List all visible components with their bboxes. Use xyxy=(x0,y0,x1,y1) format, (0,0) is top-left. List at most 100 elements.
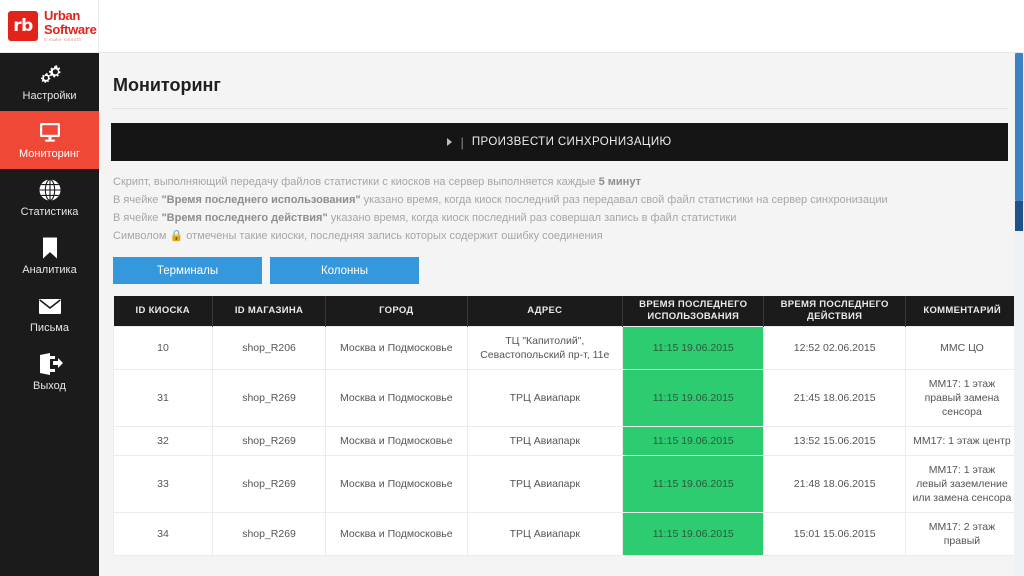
bookmark-icon xyxy=(39,236,61,260)
note-1-bold: 5 минут xyxy=(598,176,641,188)
note-1-text: Скрипт, выполняющий передачу файлов стат… xyxy=(113,176,599,188)
logo-line-2: Software xyxy=(44,22,97,38)
table-body: 10 shop_R206 Москва и Подмосковье ТЦ "Капит… xyxy=(113,326,1020,556)
monitoring-table-wrap: ID КИОСКА ID МАГАЗИНА ГОРОД АДРЕС ВРЕМЯ … xyxy=(111,284,1020,556)
cell-last-use: 11:15 19.06.2015 xyxy=(622,512,765,556)
cell-address: ТЦ "Капитолий", Севастопольский пр-т, 11… xyxy=(466,326,624,370)
note-line-3: В ячейке "Время последнего действия" ука… xyxy=(113,209,1006,227)
globe-icon xyxy=(38,178,62,202)
cell-comment: ММС ЦО xyxy=(904,326,1020,370)
filter-button-row: Терминалы Колонны xyxy=(111,245,1008,284)
col-header-comment[interactable]: КОММЕНТАРИЙ xyxy=(905,296,1019,327)
body-row: Настройки Мониторинг Статистика Аналитик… xyxy=(0,53,1024,576)
terminals-button[interactable]: Терминалы xyxy=(113,257,262,284)
cell-kiosk-id: 34 xyxy=(113,512,213,556)
cell-kiosk-id: 10 xyxy=(113,326,213,370)
cell-last-use: 11:15 19.06.2015 xyxy=(622,369,765,427)
logo-mark-icon: rb xyxy=(8,11,38,41)
note-line-4: Символом 🔒 отмечены такие киоски, послед… xyxy=(113,227,1006,245)
cell-address: ТРЦ Авиапарк xyxy=(466,512,624,556)
page-title: Мониторинг xyxy=(113,75,221,95)
table-head: ID КИОСКА ID МАГАЗИНА ГОРОД АДРЕС ВРЕМЯ … xyxy=(113,296,1019,327)
note-4-prefix: Символом xyxy=(113,230,170,242)
sidebar-label-analytics: Аналитика xyxy=(22,264,77,276)
sidebar: Настройки Мониторинг Статистика Аналитик… xyxy=(0,53,99,576)
col-header-address[interactable]: АДРЕС xyxy=(467,296,624,327)
sidebar-item-monitoring[interactable]: Мониторинг xyxy=(0,111,99,169)
sidebar-label-logout: Выход xyxy=(33,380,66,392)
play-triangle-icon xyxy=(447,138,453,146)
note-2-bold: "Время последнего использования" xyxy=(161,194,361,206)
monitor-icon xyxy=(37,120,63,144)
main-content: Мониторинг | ПРОИЗВЕСТИ СИНХРОНИЗАЦИЮ Ск… xyxy=(99,53,1024,576)
sidebar-item-letters[interactable]: Письма xyxy=(0,285,99,343)
app-root: rb Urban Software it make smooth Настрой… xyxy=(0,0,1024,576)
logo-line-1: Urban xyxy=(44,8,81,24)
sidebar-label-monitoring: Мониторинг xyxy=(18,148,80,160)
sidebar-label-statistics: Статистика xyxy=(20,206,79,218)
col-header-city[interactable]: ГОРОД xyxy=(325,296,468,327)
cell-city: Москва и Подмосковье xyxy=(325,426,468,456)
note-3-bold: "Время последнего действия" xyxy=(161,212,328,224)
lock-icon: 🔒 xyxy=(169,230,184,242)
sync-button[interactable]: | ПРОИЗВЕСТИ СИНХРОНИЗАЦИЮ xyxy=(111,123,1008,161)
cell-last-use: 11:15 19.06.2015 xyxy=(622,455,765,513)
cell-city: Москва и Подмосковье xyxy=(325,326,468,370)
sidebar-label-letters: Письма xyxy=(30,322,69,334)
cell-last-action: 12:52 02.06.2015 xyxy=(763,326,906,370)
cell-last-action: 21:48 18.06.2015 xyxy=(763,455,906,513)
table-row[interactable]: 10 shop_R206 Москва и Подмосковье ТЦ "Капит… xyxy=(113,326,1020,370)
vertical-scrollbar[interactable] xyxy=(1014,53,1024,576)
sync-separator: | xyxy=(460,134,464,150)
cell-shop-id: shop_R206 xyxy=(211,326,327,370)
cell-address: ТРЦ Авиапарк xyxy=(466,455,624,513)
sidebar-item-settings[interactable]: Настройки xyxy=(0,53,99,111)
title-divider xyxy=(111,108,1008,109)
note-line-1: Скрипт, выполняющий передачу файлов стат… xyxy=(113,173,1006,191)
scrollbar-thumb-dark[interactable] xyxy=(1015,201,1023,231)
cell-shop-id: shop_R269 xyxy=(211,455,327,513)
cell-city: Москва и Подмосковье xyxy=(325,512,468,556)
table-row[interactable]: 34 shop_R269 Москва и Подмосковье ТРЦ Авиап… xyxy=(113,512,1020,556)
col-header-shop-id[interactable]: ID МАГАЗИНА xyxy=(212,296,327,327)
exit-icon xyxy=(37,352,63,376)
cell-comment: ММ17: 1 этаж правый замена сенсора xyxy=(904,369,1020,427)
cell-last-use: 11:15 19.06.2015 xyxy=(622,326,765,370)
scrollbar-thumb[interactable] xyxy=(1015,53,1023,201)
cell-last-action: 15:01 15.06.2015 xyxy=(763,512,906,556)
cell-address: ТРЦ Авиапарк xyxy=(466,369,624,427)
note-line-2: В ячейке "Время последнего использования… xyxy=(113,191,1006,209)
columns-button[interactable]: Колонны xyxy=(270,257,419,284)
table-row[interactable]: 32 shop_R269 Москва и Подмосковье ТРЦ Авиап… xyxy=(113,426,1020,456)
sync-button-inner: | ПРОИЗВЕСТИ СИНХРОНИЗАЦИЮ xyxy=(447,135,671,150)
sidebar-item-analytics[interactable]: Аналитика xyxy=(0,227,99,285)
cell-comment: ММ17: 1 этаж левый заземление или замена… xyxy=(904,455,1020,513)
col-header-kiosk-id[interactable]: ID КИОСКА xyxy=(113,296,213,327)
brand-logo: rb Urban Software it make smooth xyxy=(8,9,97,43)
cell-last-action: 21:45 18.06.2015 xyxy=(763,369,906,427)
note-4-suffix: отмечены такие киоски, последняя запись … xyxy=(183,230,603,242)
table-header-row: ID КИОСКА ID МАГАЗИНА ГОРОД АДРЕС ВРЕМЯ … xyxy=(113,296,1019,327)
cell-comment: ММ17: 2 этаж правый xyxy=(904,512,1020,556)
envelope-icon xyxy=(37,294,63,318)
cell-shop-id: shop_R269 xyxy=(211,426,327,456)
gears-icon xyxy=(37,62,63,86)
cell-kiosk-id: 31 xyxy=(113,369,213,427)
col-header-last-use[interactable]: ВРЕМЯ ПОСЛЕДНЕГО ИСПОЛЬЗОВАНИЯ xyxy=(622,296,765,327)
logo-container[interactable]: rb Urban Software it make smooth xyxy=(0,0,99,53)
logo-tagline: it make smooth xyxy=(44,37,82,43)
cell-shop-id: shop_R269 xyxy=(211,369,327,427)
note-2-prefix: В ячейке xyxy=(113,194,162,206)
cell-city: Москва и Подмосковье xyxy=(325,455,468,513)
note-3-prefix: В ячейке xyxy=(113,212,162,224)
sidebar-item-logout[interactable]: Выход xyxy=(0,343,99,401)
cell-last-use: 11:15 19.06.2015 xyxy=(622,426,765,456)
cell-city: Москва и Подмосковье xyxy=(325,369,468,427)
table-row[interactable]: 31 shop_R269 Москва и Подмосковье ТРЦ Авиап… xyxy=(113,369,1020,427)
cell-shop-id: shop_R269 xyxy=(211,512,327,556)
sidebar-item-statistics[interactable]: Статистика xyxy=(0,169,99,227)
col-header-last-action[interactable]: ВРЕМЯ ПОСЛЕДНЕГО ДЕЙСТВИЯ xyxy=(763,296,906,327)
note-2-suffix: указано время, когда киоск последний раз… xyxy=(360,194,888,206)
table-row[interactable]: 33 shop_R269 Москва и Подмосковье ТРЦ Авиап… xyxy=(113,455,1020,513)
cell-last-action: 13:52 15.06.2015 xyxy=(763,426,906,456)
